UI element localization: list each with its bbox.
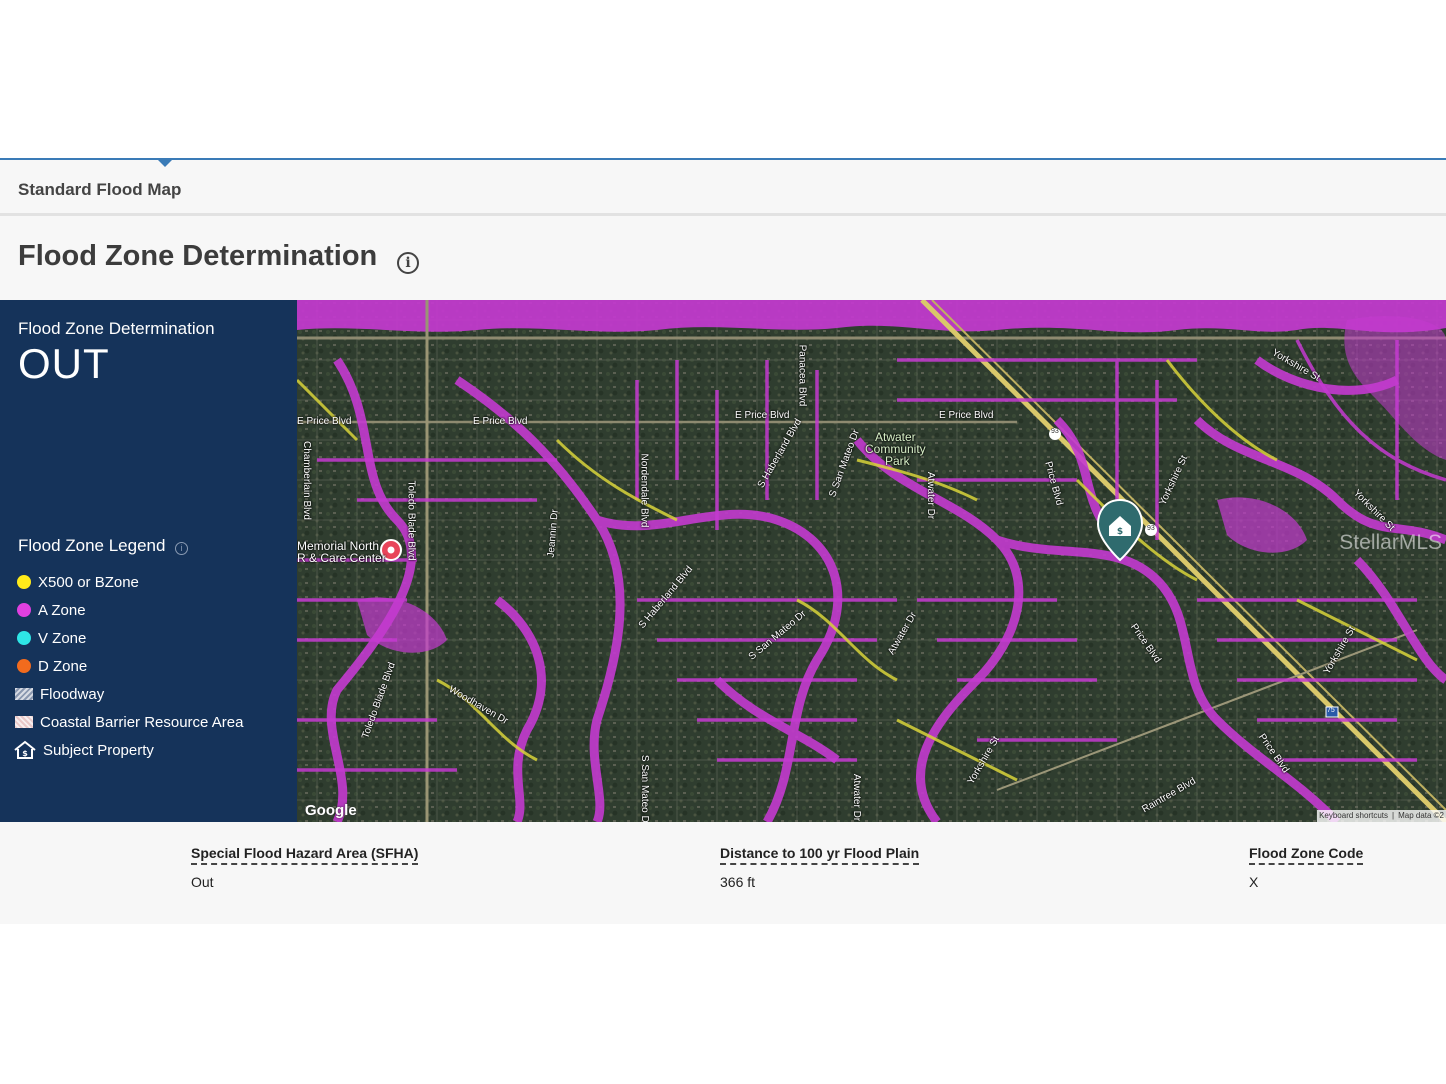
legend-label: X500 or BZone [38, 573, 139, 591]
legend-label: Floodway [40, 685, 105, 703]
stat-label[interactable]: Flood Zone Code [1249, 845, 1364, 865]
legend-item-cbra: Coastal Barrier Resource Area [13, 708, 243, 736]
road-label: Toledo Blade Blvd [405, 480, 417, 561]
legend-title: Flood Zone Legend [18, 536, 166, 555]
road-label: E Price Blvd [735, 410, 790, 421]
house-icon: $ [14, 740, 36, 759]
legend-info-icon[interactable]: i [175, 542, 188, 555]
page-title: Flood Zone Determination [18, 240, 378, 272]
road-label: Atwater Dr [851, 773, 863, 822]
crosshatch-swatch-icon [15, 716, 33, 728]
legend-item-subject-property: $ Subject Property [13, 736, 243, 764]
section-header: Flood Zone Determination i [0, 216, 1446, 300]
highway-number: 75 [1327, 707, 1335, 714]
stat-distance: Distance to 100 yr Flood Plain 366 ft [720, 845, 920, 890]
info-icon[interactable]: i [397, 252, 419, 274]
stat-zone-code: Flood Zone Code X [1249, 845, 1364, 890]
active-tab-indicator [158, 160, 172, 167]
legend-label: Subject Property [43, 741, 154, 759]
yellow-dot-icon [17, 575, 31, 589]
svg-text:$: $ [1117, 527, 1123, 537]
road-label: Chamberlain Blvd [300, 441, 312, 520]
park-label-line: Park [885, 454, 910, 468]
legend-label: A Zone [38, 601, 86, 619]
stat-label[interactable]: Special Flood Hazard Area (SFHA) [191, 845, 419, 865]
tab-standard-flood-map[interactable]: Standard Flood Map [18, 180, 181, 200]
page-top-blank [0, 0, 1446, 158]
road-label: E Price Blvd [473, 416, 528, 427]
legend-item-floodway: Floodway [13, 680, 243, 708]
road-label: S San Mateo Dr [639, 754, 651, 822]
road-label: Panacea Blvd [796, 344, 808, 407]
stat-label[interactable]: Distance to 100 yr Flood Plain [720, 845, 920, 865]
road-label: Atwater Dr [925, 471, 937, 520]
stat-value: 366 ft [720, 874, 756, 890]
highway-number: 93 [1147, 525, 1155, 532]
svg-text:$: $ [22, 749, 28, 758]
stat-sfha: Special Flood Hazard Area (SFHA) Out [191, 845, 419, 890]
legend-item-a-zone: A Zone [13, 596, 243, 624]
attribution-divider: | [1392, 811, 1395, 820]
orange-dot-icon [17, 659, 31, 673]
legend-label: V Zone [38, 629, 87, 647]
hospital-label-line: R & Care Center [297, 551, 386, 565]
flood-stats: Special Flood Hazard Area (SFHA) Out Dis… [0, 822, 1446, 924]
google-logo: Google [305, 802, 357, 819]
cyan-dot-icon [17, 631, 31, 645]
road-label: E Price Blvd [297, 416, 352, 427]
hatch-swatch-icon [15, 688, 33, 700]
legend-panel: Flood Zone Determination OUT Flood Zone … [0, 300, 297, 822]
tab-bar: Standard Flood Map [0, 158, 1446, 216]
map-data-link[interactable]: Map data ©2 [1398, 811, 1444, 821]
flood-map[interactable]: $ E Price Blvd E Price Blvd E Price Blvd… [297, 300, 1446, 822]
legend-label: Coastal Barrier Resource Area [40, 713, 244, 731]
legend-item-d-zone: D Zone [13, 652, 243, 680]
legend-list: X500 or BZone A Zone V Zone D Zone Flood… [13, 568, 243, 764]
determination-label: Flood Zone Determination [18, 319, 215, 338]
stat-value: Out [191, 874, 214, 890]
watermark: StellarMLS [1339, 531, 1442, 554]
map-attribution: Keyboard shortcuts | Map data ©2 [1317, 810, 1446, 822]
determination-value: OUT [18, 340, 110, 387]
legend-label: D Zone [38, 657, 88, 675]
magenta-dot-icon [17, 603, 31, 617]
highway-number: 93 [1051, 428, 1059, 435]
legend-item-v-zone: V Zone [13, 624, 243, 652]
keyboard-shortcuts-link[interactable]: Keyboard shortcuts [1319, 811, 1388, 821]
legend-item-x500: X500 or BZone [13, 568, 243, 596]
road-label: E Price Blvd [939, 410, 994, 421]
stat-value: X [1249, 874, 1259, 890]
road-label: Nordendale Blvd [638, 453, 650, 528]
